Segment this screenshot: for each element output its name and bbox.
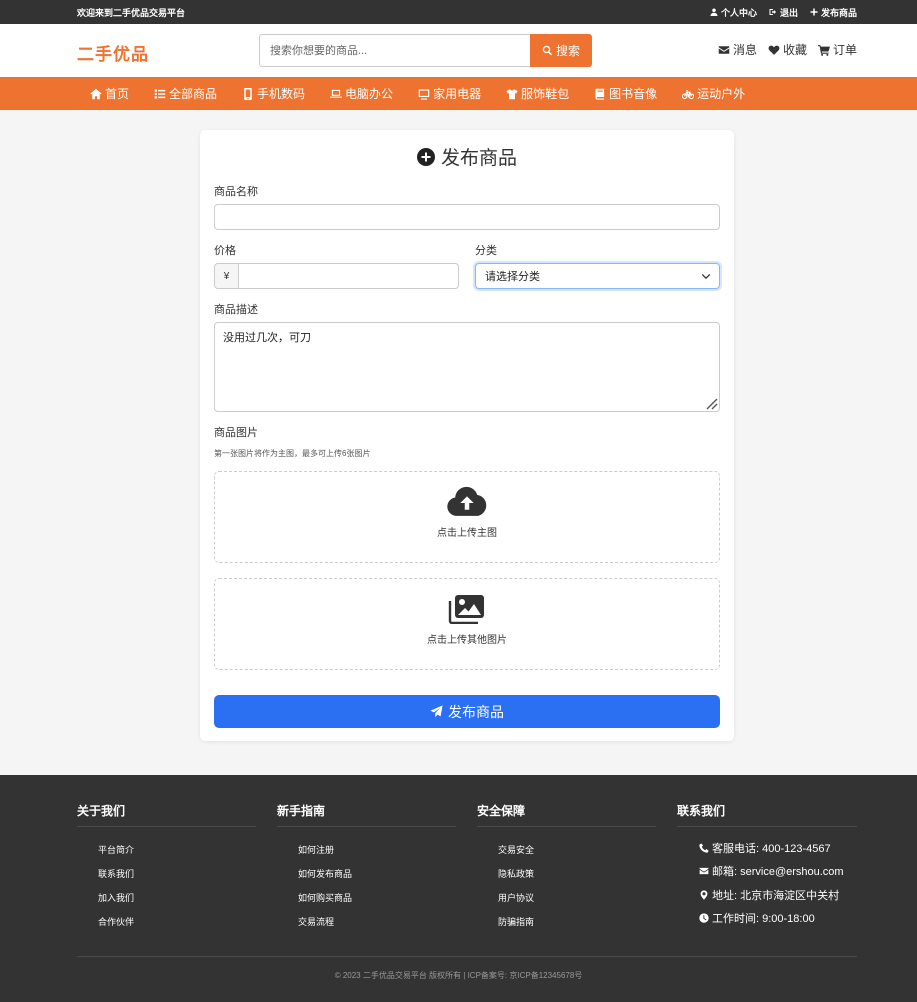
footer-link[interactable]: 交易流程 <box>298 915 456 939</box>
nav-item-all[interactable]: 全部商品 <box>154 85 217 102</box>
nav-item-mobile[interactable]: 手机数码 <box>242 85 305 102</box>
shirt-icon <box>506 88 518 99</box>
nav-item-appliances[interactable]: 家用电器 <box>418 85 481 102</box>
footer-link[interactable]: 隐私政策 <box>498 867 656 891</box>
favorites-link[interactable]: 收藏 <box>768 41 807 58</box>
top-bar: 欢迎来到二手优品交易平台 个人中心 退出 发布商品 <box>0 0 917 24</box>
price-label: 价格 <box>214 245 236 257</box>
upload-other-images[interactable]: 点击上传其他图片 <box>214 578 720 670</box>
contact-phone: 客服电话: 400-123-4567 <box>699 836 844 860</box>
name-label: 商品名称 <box>214 186 258 198</box>
category-select[interactable]: 请选择分类 <box>475 263 720 289</box>
plus-icon <box>810 8 818 16</box>
laptop-icon <box>330 89 343 98</box>
footer-about: 关于我们 平台简介 联系我们 加入我们 合作伙伴 <box>77 802 256 939</box>
resize-grip-icon[interactable] <box>704 396 718 410</box>
footer: 关于我们 平台简介 联系我们 加入我们 合作伙伴 新手指南 如何注册 如何发布商… <box>0 775 917 1002</box>
footer-link[interactable]: 交易安全 <box>498 843 656 867</box>
heart-icon <box>768 45 780 55</box>
nav-item-sports[interactable]: 运动户外 <box>682 85 745 102</box>
publish-form: 发布商品 商品名称 价格 ¥ 分类 请选择分类 商品描述 没用过几次，可刀 商品… <box>200 130 734 741</box>
paper-plane-icon <box>430 705 443 718</box>
footer-about-title: 关于我们 <box>77 802 256 827</box>
chevron-down-icon <box>701 273 711 280</box>
header-links: 消息 收藏 订单 <box>718 41 857 58</box>
welcome-text: 欢迎来到二手优品交易平台 <box>77 7 186 18</box>
plus-circle-icon <box>416 147 435 166</box>
currency-prefix: ¥ <box>215 264 239 288</box>
footer-link[interactable]: 如何购买商品 <box>298 891 456 915</box>
copyright: © 2023 二手优品交易平台 版权所有 | ICP备案号: 京ICP备1234… <box>334 971 583 980</box>
messages-link[interactable]: 消息 <box>718 41 757 58</box>
footer-contact: 联系我们 <box>677 802 857 827</box>
nav-item-computer[interactable]: 电脑办公 <box>330 85 393 102</box>
name-input[interactable] <box>214 204 720 230</box>
envelope-icon <box>718 45 730 54</box>
category-nav: 首页 全部商品 手机数码 电脑办公 家用电器 服饰鞋包 图书音像 运动户外 <box>0 77 917 110</box>
category-label: 分类 <box>475 245 497 257</box>
footer-link[interactable]: 加入我们 <box>98 891 256 915</box>
mobile-icon <box>244 87 252 100</box>
publish-link[interactable]: 发布商品 <box>810 6 857 19</box>
logout-link[interactable]: 退出 <box>769 6 798 19</box>
user-center-link[interactable]: 个人中心 <box>710 6 757 19</box>
book-icon <box>595 88 605 100</box>
user-icon <box>710 8 718 16</box>
footer-link[interactable]: 如何发布商品 <box>298 867 456 891</box>
images-label: 商品图片 <box>214 427 258 439</box>
nav-item-books[interactable]: 图书音像 <box>594 85 657 102</box>
top-links: 个人中心 退出 发布商品 <box>710 6 857 19</box>
logo[interactable]: 二手优品 <box>77 40 149 65</box>
orders-link[interactable]: 订单 <box>817 41 857 58</box>
images-icon <box>448 595 484 624</box>
list-icon <box>154 89 166 98</box>
footer-link[interactable]: 平台简介 <box>98 843 256 867</box>
footer-link[interactable]: 合作伙伴 <box>98 915 256 939</box>
bicycle-icon <box>682 89 695 99</box>
submit-button[interactable]: 发布商品 <box>214 695 720 728</box>
contact-hours: 工作时间: 9:00-18:00 <box>699 907 844 931</box>
envelope-icon <box>699 868 709 875</box>
description-value: 没用过几次，可刀 <box>223 332 311 344</box>
cart-icon <box>817 44 830 56</box>
contact-email: 邮箱: service@ershou.com <box>699 860 844 884</box>
footer-security: 安全保障 交易安全 隐私政策 用户协议 防骗指南 <box>477 802 656 939</box>
search-button[interactable]: 搜索 <box>530 34 592 67</box>
clock-icon <box>699 913 709 923</box>
nav-item-clothing[interactable]: 服饰鞋包 <box>506 85 569 102</box>
category-selected: 请选择分类 <box>485 271 540 283</box>
search-input[interactable] <box>259 34 530 67</box>
price-input[interactable]: ¥ <box>214 263 459 289</box>
form-title: 发布商品 <box>200 143 734 170</box>
images-hint: 第一张图片将作为主图，最多可上传6张图片 <box>214 449 371 458</box>
upload-other-text: 点击上传其他图片 <box>427 635 507 646</box>
footer-link[interactable]: 联系我们 <box>98 867 256 891</box>
phone-icon <box>699 843 709 853</box>
footer-link[interactable]: 如何注册 <box>298 843 456 867</box>
contact-address: 地址: 北京市海淀区中关村 <box>699 883 844 907</box>
header: 二手优品 搜索 消息 收藏 订单 <box>0 24 917 77</box>
search-icon <box>542 45 553 56</box>
footer-link[interactable]: 防骗指南 <box>498 915 656 939</box>
footer-contact-title: 联系我们 <box>677 802 857 827</box>
logout-icon <box>769 9 776 15</box>
contact-list: 客服电话: 400-123-4567 邮箱: service@ershou.co… <box>699 836 844 930</box>
upload-main-text: 点击上传主图 <box>437 528 497 539</box>
description-label: 商品描述 <box>214 304 258 316</box>
footer-guide-title: 新手指南 <box>277 802 456 827</box>
footer-link[interactable]: 用户协议 <box>498 891 656 915</box>
footer-divider <box>77 956 857 957</box>
description-textarea[interactable]: 没用过几次，可刀 <box>214 322 720 412</box>
upload-main-image[interactable]: 点击上传主图 <box>214 471 720 563</box>
nav-item-home[interactable]: 首页 <box>90 85 129 102</box>
tv-icon <box>418 89 430 100</box>
footer-security-title: 安全保障 <box>477 802 656 827</box>
cloud-upload-icon <box>447 486 487 516</box>
home-icon <box>90 88 102 99</box>
footer-guide: 新手指南 如何注册 如何发布商品 如何购买商品 交易流程 <box>277 802 456 939</box>
location-icon <box>700 890 708 900</box>
search-bar: 搜索 <box>259 34 592 67</box>
